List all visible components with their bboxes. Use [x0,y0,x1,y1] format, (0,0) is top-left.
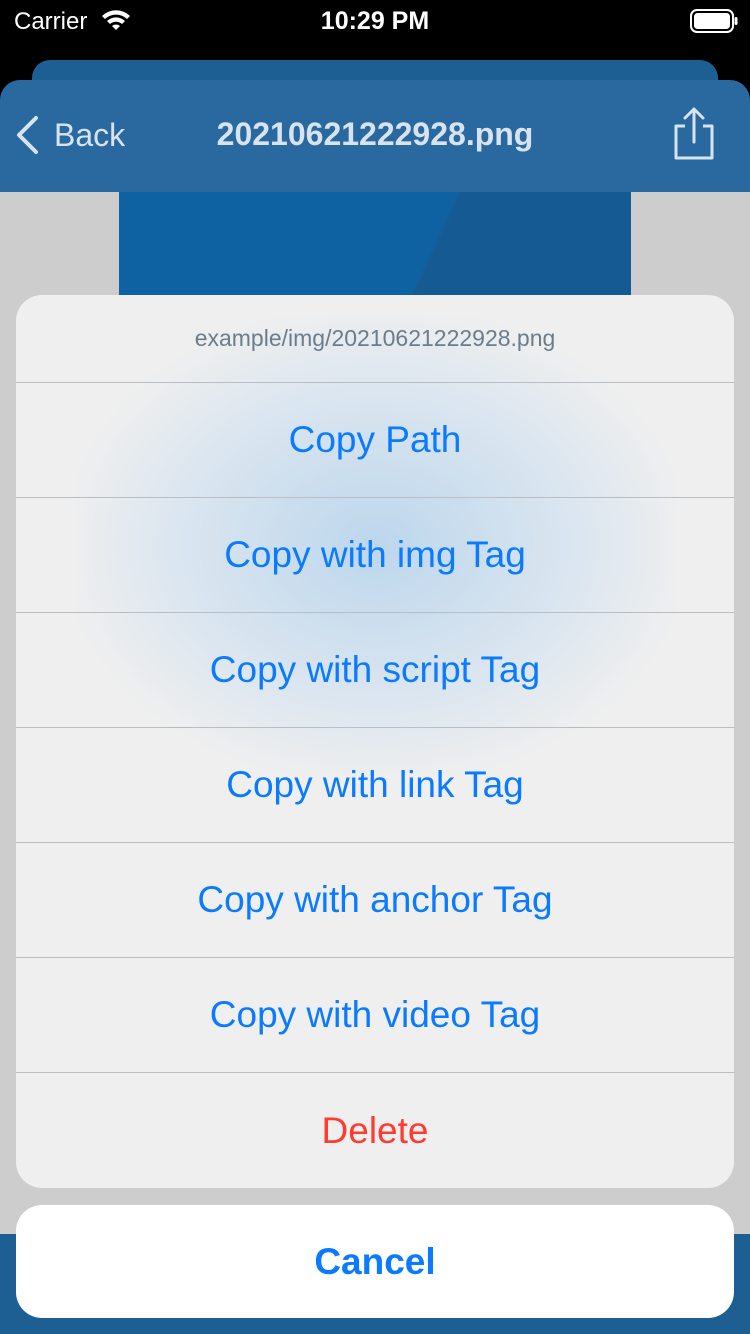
page-title: 20210621222928.png [216,116,534,152]
status-time: 10:29 PM [320,7,430,35]
battery-icon [690,9,738,33]
cancel-button[interactable]: Cancel [16,1205,734,1318]
back-label: Back [54,116,126,153]
status-bar: Carrier 10:29 PM [0,0,750,48]
action-sheet: example/img/20210621222928.png Copy Path… [16,295,734,1188]
share-icon[interactable] [670,106,718,162]
delete-button[interactable]: Delete [16,1073,734,1188]
navigation-bar: Back 20210621222928.png [0,80,750,192]
copy-anchor-tag-button[interactable]: Copy with anchor Tag [16,843,734,958]
copy-link-tag-button[interactable]: Copy with link Tag [16,728,734,843]
chevron-left-icon [17,116,38,154]
image-preview [119,192,631,302]
action-sheet-title: example/img/20210621222928.png [16,295,734,383]
copy-path-button[interactable]: Copy Path [16,383,734,498]
copy-video-tag-button[interactable]: Copy with video Tag [16,958,734,1073]
copy-img-tag-button[interactable]: Copy with img Tag [16,498,734,613]
back-button[interactable]: Back [14,110,144,160]
copy-script-tag-button[interactable]: Copy with script Tag [16,613,734,728]
